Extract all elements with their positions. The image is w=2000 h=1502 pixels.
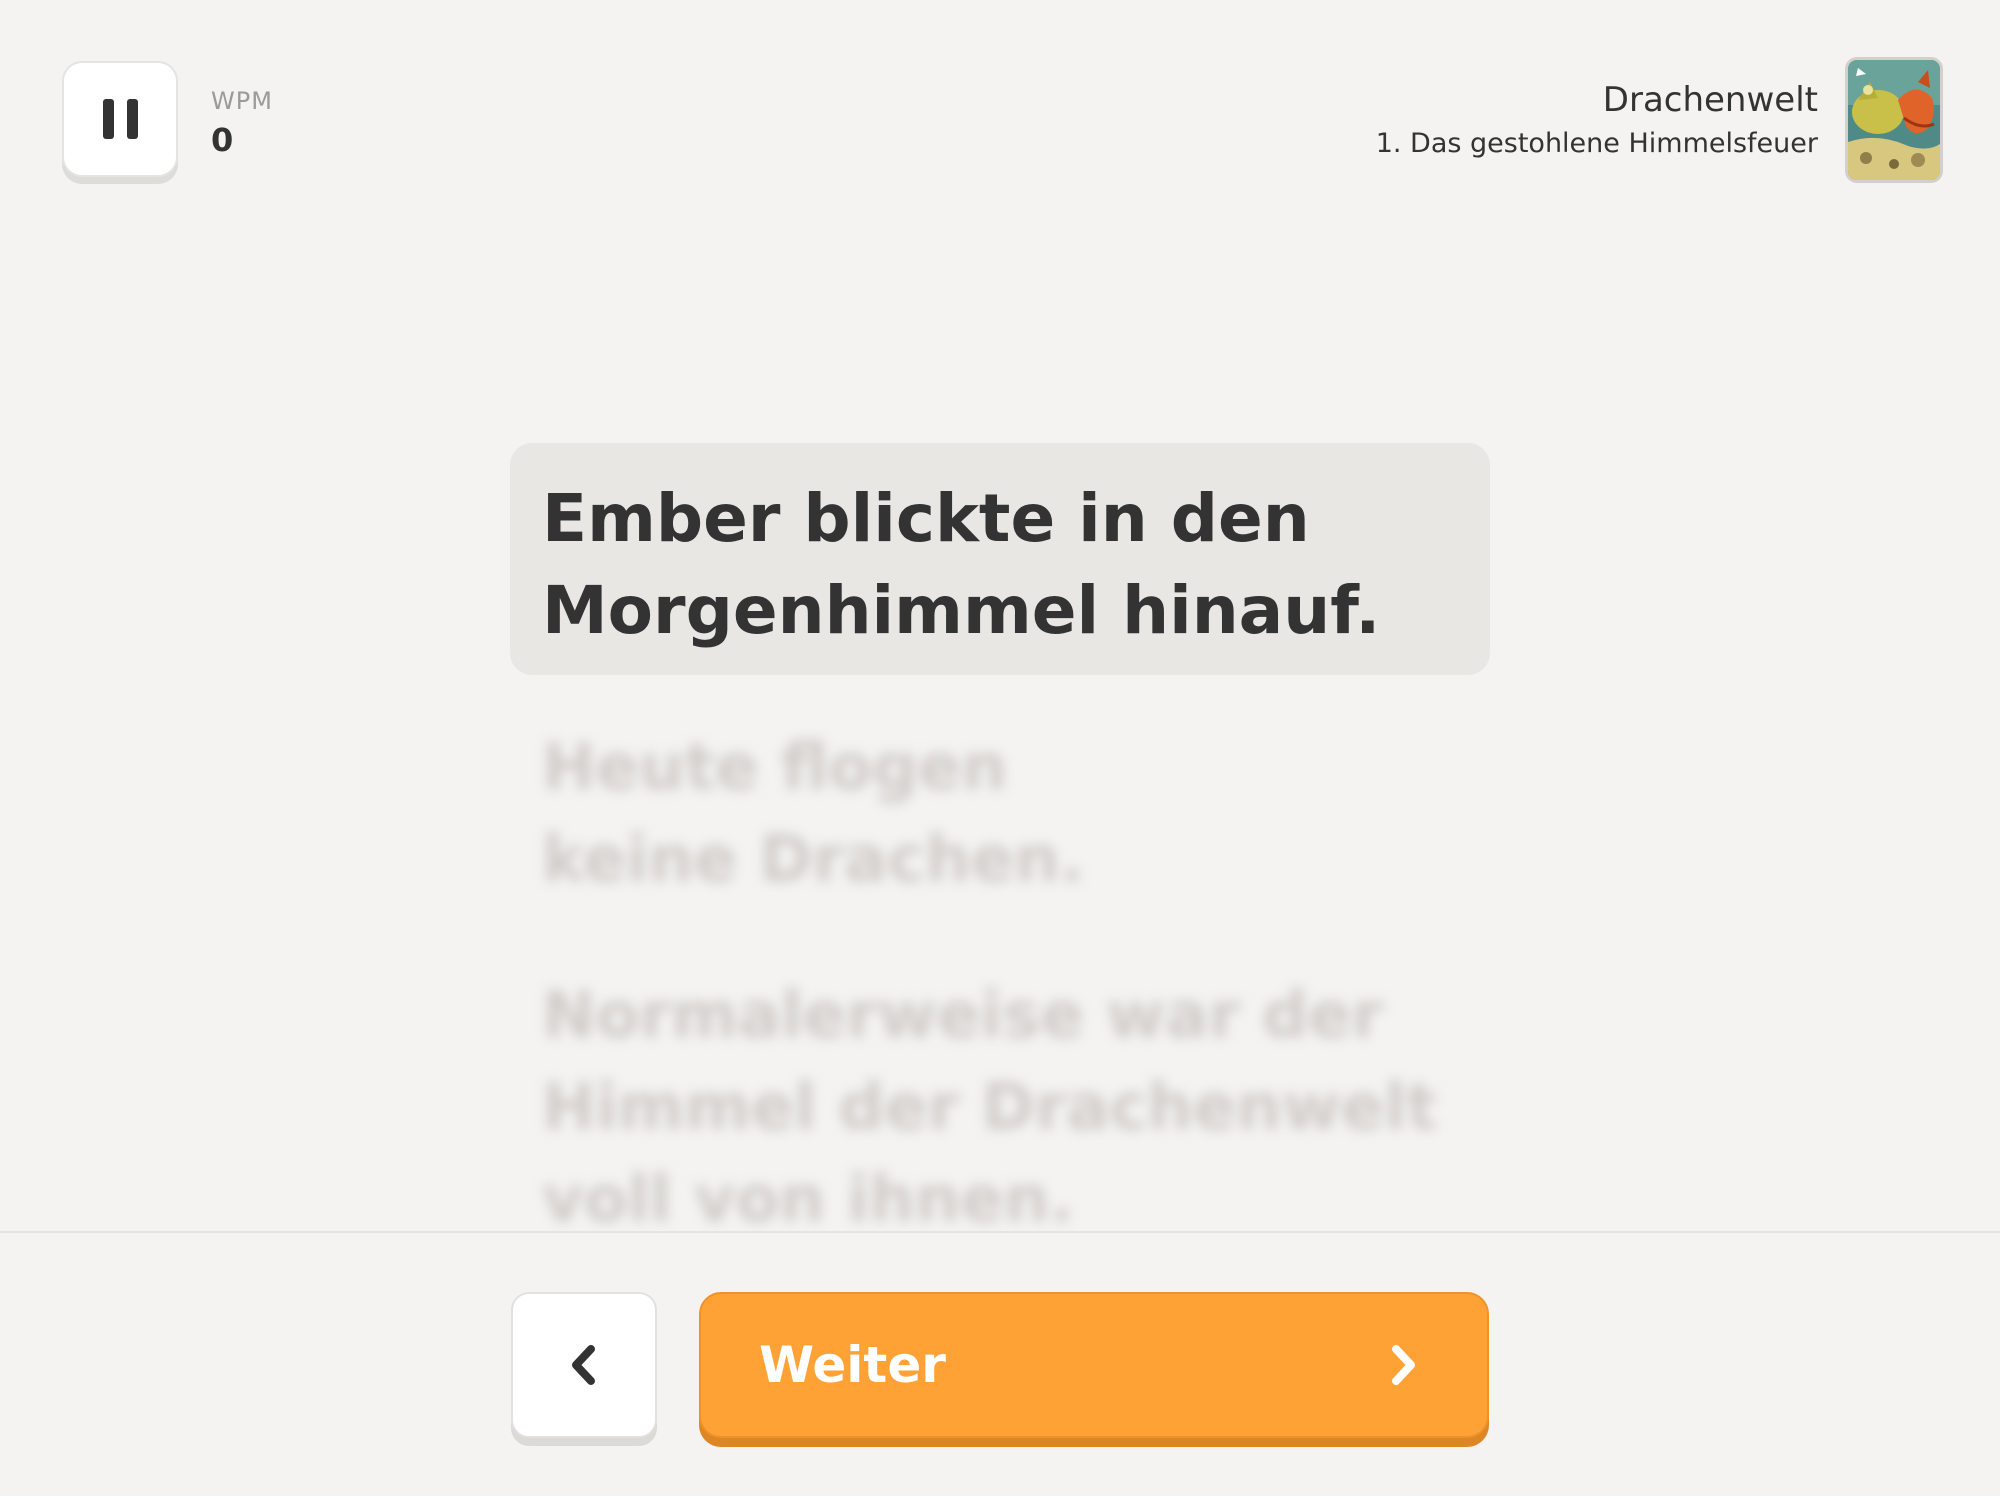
book-info: Drachenwelt 1. Das gestohlene Himmelsfeu… <box>1376 78 1818 162</box>
upcoming-sentence: Heute flogen keine Drachen. <box>542 722 1442 906</box>
upcoming-sentence-line: keine Drachen. <box>542 823 1085 897</box>
wpm-value: 0 <box>211 121 234 159</box>
continue-button[interactable]: Weiter <box>699 1292 1489 1438</box>
current-sentence: Ember blickte in den Morgenhimmel hinauf… <box>510 443 1490 675</box>
wpm-counter: WPM 0 <box>211 86 273 162</box>
upcoming-sentence-line: Himmel der Drachenwelt <box>542 1071 1437 1145</box>
chapter-title: 1. Das gestohlene Himmelsfeuer <box>1375 128 1818 159</box>
dragon-book-cover-icon[interactable] <box>1845 57 1943 183</box>
pause-button[interactable] <box>62 61 178 177</box>
current-sentence-line: Morgenhimmel hinauf. <box>542 572 1381 649</box>
back-button[interactable] <box>511 1292 657 1438</box>
chevron-right-icon <box>1392 1345 1415 1385</box>
book-title: Drachenwelt <box>1602 80 1818 120</box>
pause-icon <box>102 99 138 139</box>
current-sentence-line: Ember blickte in den <box>542 480 1310 557</box>
top-bar: WPM 0 Drachenwelt 1. Das gestohlene Himm… <box>0 0 2000 200</box>
chevron-left-icon <box>572 1345 595 1385</box>
footer-divider <box>0 1231 2000 1233</box>
upcoming-sentence-line: Heute flogen <box>542 731 1007 805</box>
wpm-label: WPM <box>211 87 273 115</box>
upcoming-sentence: Normalerweise war der Himmel der Drachen… <box>542 970 1442 1232</box>
reading-area: Ember blickte in den Morgenhimmel hinauf… <box>0 200 2000 1232</box>
continue-label: Weiter <box>759 1336 946 1394</box>
upcoming-sentence-line: Normalerweise war der <box>542 979 1384 1053</box>
upcoming-sentence-line: voll von ihnen. <box>542 1163 1074 1232</box>
bottom-edge <box>0 1496 2000 1502</box>
